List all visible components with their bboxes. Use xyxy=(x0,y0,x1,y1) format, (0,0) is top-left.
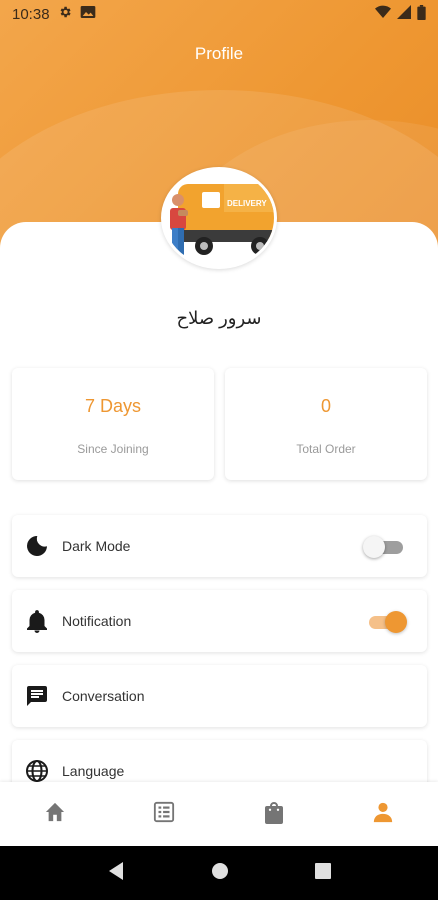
stat-value: 7 Days xyxy=(84,396,142,416)
settings-icon xyxy=(58,5,72,23)
svg-text:DELIVERY: DELIVERY xyxy=(227,199,267,208)
system-navigation-bar xyxy=(0,846,438,900)
orders-list-icon xyxy=(153,801,175,828)
person-icon xyxy=(372,801,394,828)
menu-item-dark-mode[interactable]: Dark Mode xyxy=(12,515,427,577)
stat-card-joining: 7 Days Since Joining xyxy=(12,368,214,480)
status-time: 10:38 xyxy=(12,5,50,23)
status-bar: 10:38 xyxy=(0,0,438,28)
recents-icon[interactable] xyxy=(315,862,331,884)
image-icon xyxy=(80,5,96,23)
menu-item-label: Language xyxy=(62,763,125,779)
globe-icon xyxy=(24,758,50,784)
nav-profile[interactable] xyxy=(353,784,413,844)
stat-value: 0 xyxy=(320,396,331,416)
chat-icon xyxy=(24,683,50,709)
moon-icon xyxy=(24,533,50,559)
shopping-bag-icon xyxy=(264,800,284,829)
home-icon xyxy=(44,802,66,827)
stat-card-total-order: 0 Total Order xyxy=(225,368,427,480)
avatar[interactable]: DELIVERY xyxy=(161,167,277,269)
menu-item-label: Notification xyxy=(62,613,132,629)
notification-toggle[interactable] xyxy=(365,610,407,633)
menu-item-notification[interactable]: Notification xyxy=(12,590,427,652)
bell-icon xyxy=(24,608,50,634)
nav-home[interactable] xyxy=(25,784,85,844)
menu-item-label: Conversation xyxy=(62,688,145,704)
signal-icon xyxy=(397,5,411,23)
back-icon[interactable] xyxy=(107,861,125,886)
home-circle-icon[interactable] xyxy=(211,862,229,885)
nav-orders[interactable] xyxy=(134,784,194,844)
wifi-icon xyxy=(375,5,391,23)
user-name: سرور صلاح xyxy=(176,308,262,328)
battery-icon xyxy=(417,4,426,24)
bottom-navigation xyxy=(0,782,438,846)
menu-item-conversation[interactable]: Conversation xyxy=(12,665,427,727)
nav-shop[interactable] xyxy=(244,784,304,844)
stat-label: Total Order xyxy=(296,442,356,456)
stat-label: Since Joining xyxy=(77,442,149,456)
page-title: Profile xyxy=(194,44,244,63)
dark-mode-toggle[interactable] xyxy=(363,535,405,558)
menu-item-label: Dark Mode xyxy=(62,538,131,554)
